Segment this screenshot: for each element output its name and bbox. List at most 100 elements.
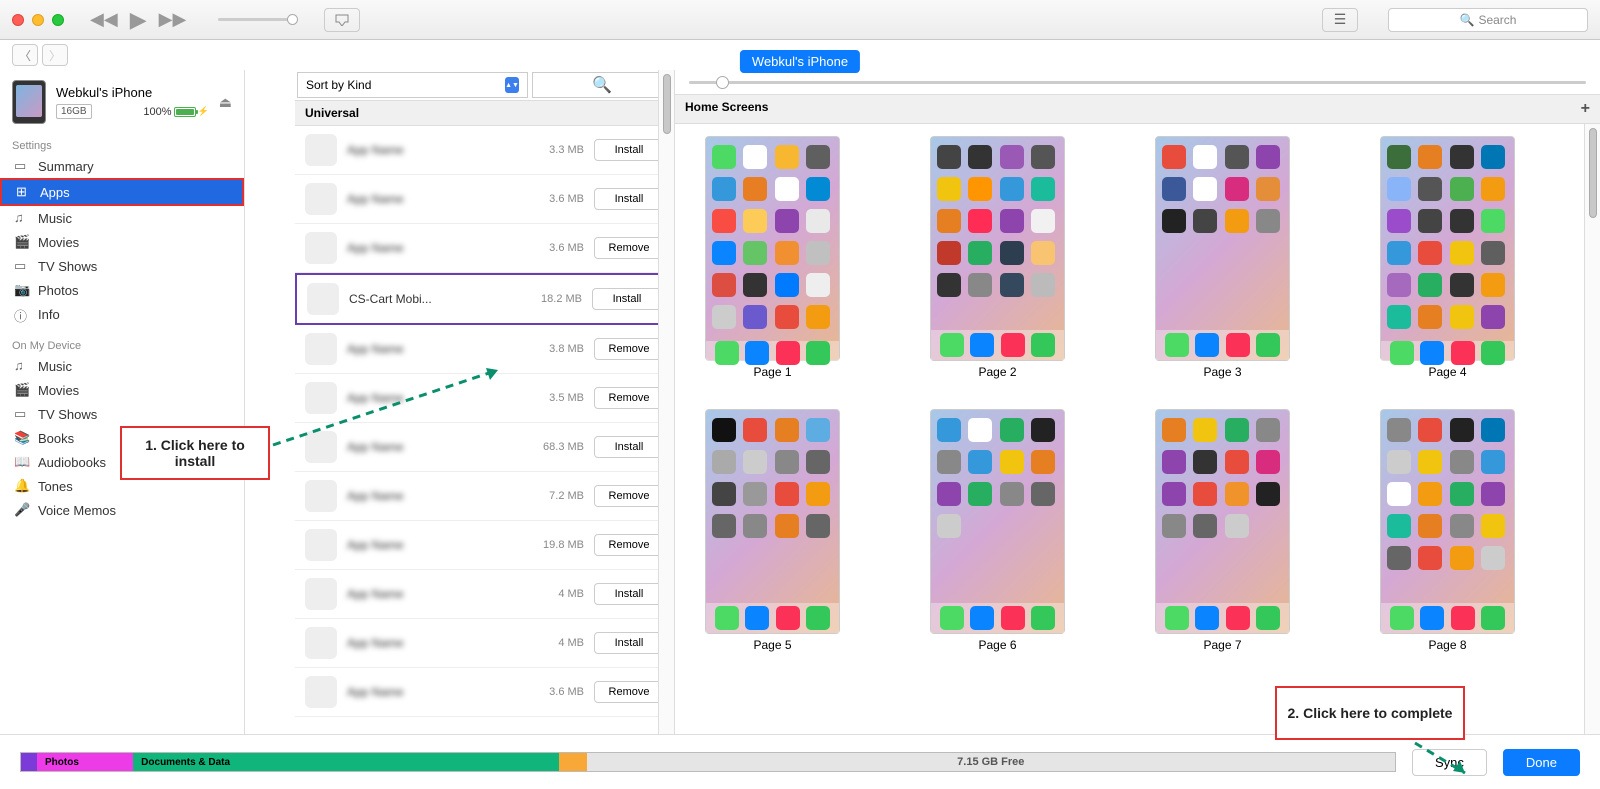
app-tile-icon	[968, 273, 992, 297]
app-tile-icon	[775, 209, 799, 233]
app-row[interactable]: App Name 4 MB Install	[295, 619, 674, 668]
remove-button[interactable]: Remove	[594, 237, 664, 259]
app-row[interactable]: App Name 19.8 MB Remove	[295, 521, 674, 570]
home-screen-page[interactable]: Page 8	[1380, 409, 1515, 652]
home-screen-page[interactable]: Page 1	[705, 136, 840, 379]
app-tile-icon	[1031, 209, 1055, 233]
app-row[interactable]: App Name 3.8 MB Remove	[295, 325, 674, 374]
home-screen-page[interactable]: Page 2	[930, 136, 1065, 379]
app-size: 3.8 MB	[529, 343, 584, 355]
app-row[interactable]: App Name 3.6 MB Remove	[295, 224, 674, 273]
install-button[interactable]: Install	[592, 288, 662, 310]
app-tile-icon	[1256, 209, 1280, 233]
sync-button[interactable]: Sync	[1412, 749, 1487, 776]
app-tile-icon	[743, 177, 767, 201]
page-label: Page 3	[1155, 365, 1290, 379]
home-screen-page[interactable]: Page 5	[705, 409, 840, 652]
music-app-icon	[1451, 341, 1475, 365]
app-tile-icon	[1031, 418, 1055, 442]
phone-app-icon	[940, 606, 964, 630]
install-button[interactable]: Install	[594, 139, 664, 161]
install-button[interactable]: Install	[594, 583, 664, 605]
remove-button[interactable]: Remove	[594, 534, 664, 556]
app-tile-icon	[1387, 305, 1411, 329]
home-screen-page[interactable]: Page 3	[1155, 136, 1290, 379]
volume-slider[interactable]	[212, 18, 304, 21]
zoom-window-icon[interactable]	[52, 14, 64, 26]
remove-button[interactable]: Remove	[594, 681, 664, 703]
airplay-icon[interactable]	[324, 8, 360, 32]
search-input[interactable]: 🔍 Search	[1388, 8, 1588, 32]
sidebar-item-photos[interactable]: 📷 Photos	[0, 278, 244, 302]
home-screen-page[interactable]: Page 6	[930, 409, 1065, 652]
next-track-icon[interactable]: ▶▶	[159, 9, 187, 30]
sidebar-item-summary[interactable]: ▭ Summary	[0, 154, 244, 178]
device-header: Webkul's iPhone 16GB 100% ⚡ ⏏	[0, 70, 244, 134]
messages-app-icon	[1256, 333, 1280, 357]
app-tile-icon	[806, 514, 830, 538]
app-tile-icon	[937, 145, 961, 169]
remove-button[interactable]: Remove	[594, 387, 664, 409]
dock	[931, 603, 1064, 633]
screens-scrollbar[interactable]	[1584, 124, 1600, 734]
app-tile-icon	[1031, 177, 1055, 201]
zoom-slider[interactable]	[675, 70, 1600, 94]
apps-column: Sort by Kind ▲▼ 🔍 Universal App Name 3.3…	[295, 70, 675, 734]
app-tile-icon	[937, 273, 961, 297]
prev-track-icon[interactable]: ◀◀	[90, 9, 118, 30]
music-app-icon	[1226, 333, 1250, 357]
app-tile-icon	[1481, 273, 1505, 297]
app-row[interactable]: App Name 3.6 MB Install	[295, 175, 674, 224]
app-row[interactable]: App Name 68.3 MB Install	[295, 423, 674, 472]
app-tile-icon	[1193, 209, 1217, 233]
sidebar-item-movies[interactable]: 🎬 Movies	[0, 230, 244, 254]
done-button[interactable]: Done	[1503, 749, 1580, 776]
sidebar-item-music[interactable]: ♫ Music	[0, 206, 244, 230]
install-button[interactable]: Install	[594, 436, 664, 458]
app-tile-icon	[1387, 209, 1411, 233]
add-page-icon[interactable]: +	[1581, 100, 1590, 118]
eject-icon[interactable]: ⏏	[219, 94, 232, 111]
close-window-icon[interactable]	[12, 14, 24, 26]
sidebar-item-info[interactable]: ⓘ Info	[0, 302, 244, 326]
app-row[interactable]: App Name 7.2 MB Remove	[295, 472, 674, 521]
app-tile-icon	[1418, 450, 1442, 474]
back-button[interactable]: 〈	[12, 44, 38, 66]
sidebar-item-device-movies[interactable]: 🎬Movies	[0, 378, 244, 402]
home-screen-page[interactable]: Page 7	[1155, 409, 1290, 652]
forward-button[interactable]: 〉	[42, 44, 68, 66]
app-row[interactable]: App Name 3.6 MB Remove	[295, 668, 674, 717]
sidebar-item-device-tvshows[interactable]: ▭TV Shows	[0, 402, 244, 426]
sidebar-item-label: Movies	[38, 235, 79, 250]
install-button[interactable]: Install	[594, 632, 664, 654]
safari-app-icon	[970, 606, 994, 630]
sidebar-item-device-voice-memos[interactable]: 🎤Voice Memos	[0, 498, 244, 522]
app-row[interactable]: CS-Cart Mobi... 18.2 MB Install	[295, 273, 674, 325]
app-tile-icon	[806, 209, 830, 233]
app-tile-icon	[937, 514, 961, 538]
app-tile-icon	[1000, 241, 1024, 265]
app-tile-icon	[1481, 241, 1505, 265]
home-screen-page[interactable]: Page 4	[1380, 136, 1515, 379]
apps-scrollbar[interactable]	[658, 70, 674, 734]
sort-dropdown[interactable]: Sort by Kind ▲▼	[297, 72, 528, 98]
install-button[interactable]: Install	[594, 188, 664, 210]
remove-button[interactable]: Remove	[594, 485, 664, 507]
remove-button[interactable]: Remove	[594, 338, 664, 360]
sidebar-item-tvshows[interactable]: ▭ TV Shows	[0, 254, 244, 278]
app-name: App Name	[347, 192, 519, 206]
list-view-icon[interactable]: ☰	[1322, 8, 1358, 32]
messages-app-icon	[1481, 341, 1505, 365]
sidebar-item-device-music[interactable]: ♫Music	[0, 354, 244, 378]
app-row[interactable]: App Name 4 MB Install	[295, 570, 674, 619]
sidebar-item-apps[interactable]: ⊞ Apps	[0, 178, 244, 206]
apps-search-input[interactable]: 🔍	[532, 72, 672, 98]
search-icon: 🔍	[1460, 13, 1475, 27]
annotation-step2: 2. Click here to complete	[1275, 686, 1465, 740]
app-row[interactable]: App Name 3.5 MB Remove	[295, 374, 674, 423]
play-icon[interactable]: ▶	[130, 7, 147, 33]
minimize-window-icon[interactable]	[32, 14, 44, 26]
app-tile-icon	[1481, 514, 1505, 538]
app-row[interactable]: App Name 3.3 MB Install	[295, 126, 674, 175]
app-icon	[305, 232, 337, 264]
